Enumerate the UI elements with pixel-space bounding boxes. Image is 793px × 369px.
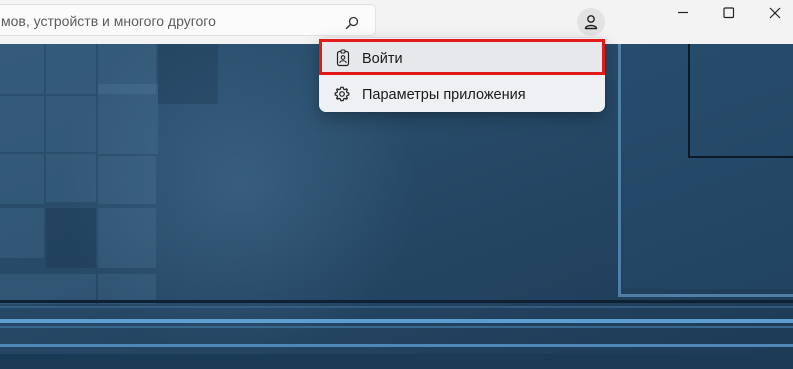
minimize-button[interactable] — [659, 0, 705, 26]
maximize-button[interactable] — [705, 0, 751, 26]
menu-item-label: Войти — [362, 51, 403, 67]
menu-item-label: Параметры приложения — [362, 87, 526, 103]
search-input-text[interactable]: мов, устройств и многого другого — [1, 13, 216, 29]
badge-icon — [335, 49, 351, 67]
close-button[interactable] — [751, 0, 793, 26]
close-icon — [769, 7, 781, 19]
minimize-icon — [678, 11, 688, 14]
search-input[interactable]: мов, устройств и многого другого — [0, 4, 376, 36]
account-button[interactable] — [577, 8, 605, 36]
menu-item-sign-in[interactable]: Войти — [319, 39, 605, 75]
search-icon[interactable] — [345, 15, 359, 30]
person-icon — [584, 15, 598, 30]
gear-icon — [334, 86, 350, 102]
app-window: мов, устройств и многого другого Войти П… — [0, 0, 793, 369]
maximize-icon — [723, 7, 735, 19]
account-menu: Войти Параметры приложения — [319, 38, 605, 112]
menu-item-app-settings[interactable]: Параметры приложения — [319, 76, 605, 112]
